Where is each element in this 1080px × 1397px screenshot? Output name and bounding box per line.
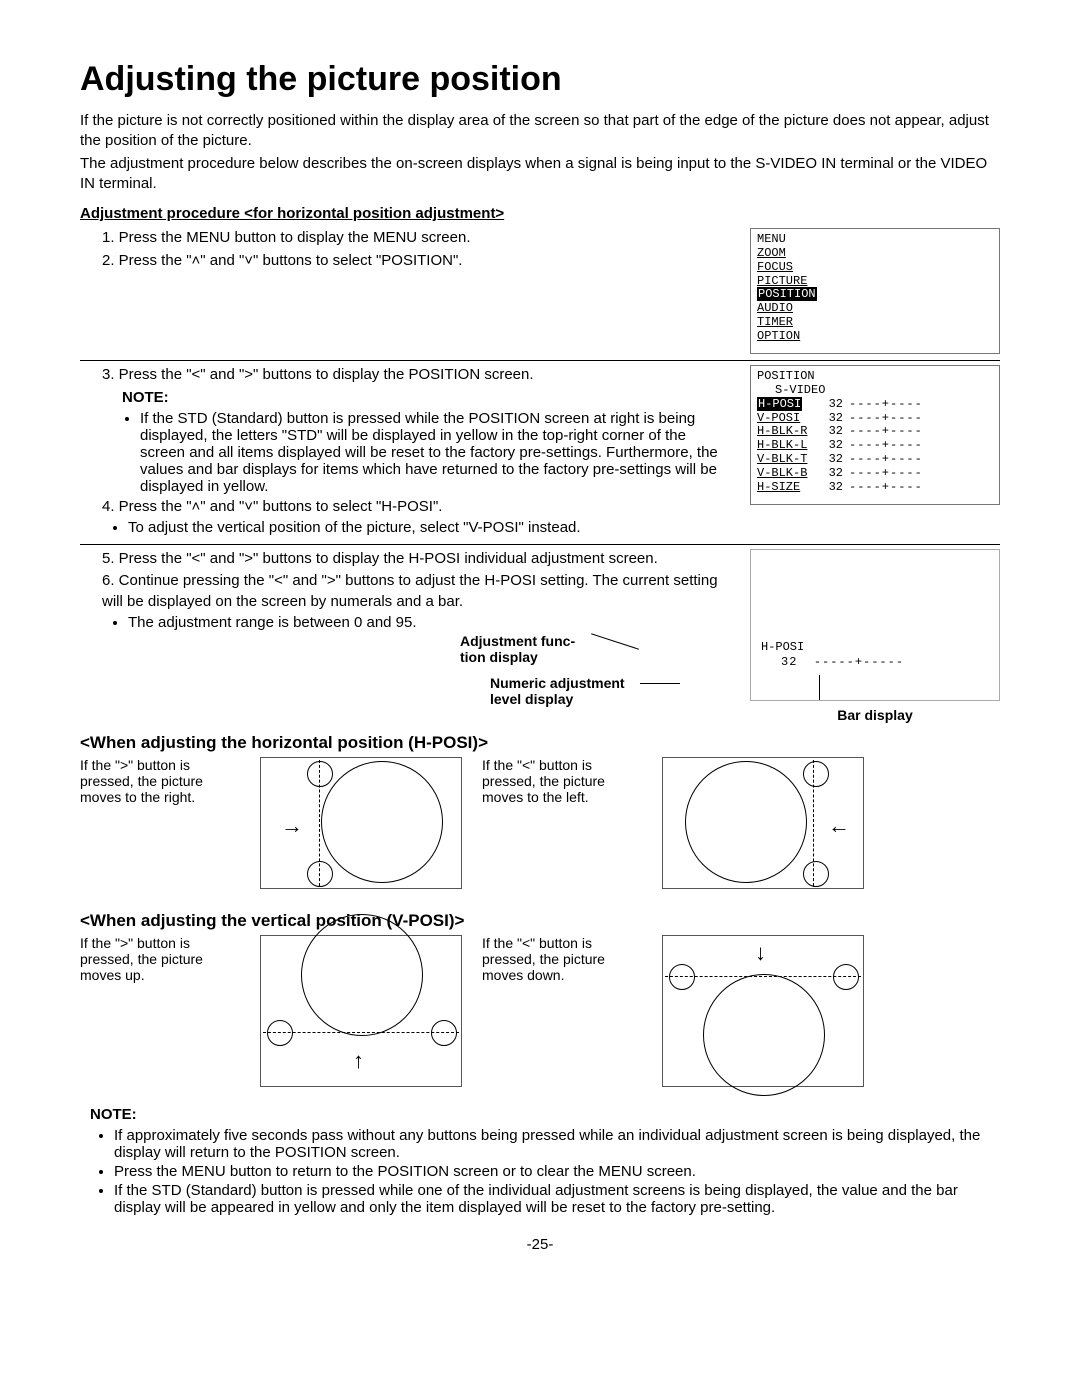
step-2: 2. Press the "˄" and "˅" buttons to sele… [80,251,730,271]
note-label: NOTE: [122,389,169,406]
step-1: 1. Press the MENU button to display the … [80,228,730,248]
step-3-note: If the STD (Standard) button is pressed … [140,410,730,495]
position-row: H-BLK-R32----+---- [757,425,993,439]
step-4: 4. Press the "˄" and "˅" buttons to sele… [80,497,730,517]
menu-item: OPTION [757,329,800,343]
menu-item: AUDIO [757,301,793,315]
arrow-down-icon: ↓ [755,940,766,966]
hposi-osd: H-POSI 32 -----+----- [750,549,1000,701]
position-row: V-POSI32----+---- [757,412,993,426]
vposi-down-illus: ↓ [662,935,864,1087]
step-3: 3. Press the "<" and ">" buttons to disp… [80,365,730,385]
position-row: V-BLK-B32----+---- [757,467,993,481]
callout-bar: Bar display [750,707,1000,723]
step-6-note: The adjustment range is between 0 and 95… [128,614,730,631]
intro-text-2: The adjustment procedure below describes… [80,154,1000,195]
callout-numeric: Numeric adjustment [490,675,625,691]
menu-item: ZOOM [757,246,786,260]
step-6: 6. Continue pressing the "<" and ">" but… [80,571,730,612]
vposi-up-illus: ↑ [260,935,462,1087]
menu-osd: MENU ZOOM FOCUS PICTURE POSITION AUDIO T… [750,228,1000,354]
menu-title: MENU [757,233,993,247]
callout-adj-func: Adjustment func- [460,633,575,649]
vposi-up-text: If the ">" button is pressed, the pictur… [80,935,240,983]
position-osd: POSITION S-VIDEO H-POSI32----+----V-POSI… [750,365,1000,505]
callout-numeric-2: level display [490,691,573,707]
vposi-down-text: If the "<" button is pressed, the pictur… [482,935,642,983]
page-number: -25- [80,1236,1000,1253]
position-row: H-BLK-L32----+---- [757,439,993,453]
menu-item-selected: POSITION [757,287,817,301]
arrow-right-icon: → [281,813,303,839]
page-title: Adjusting the picture position [80,60,1000,99]
position-subtitle: S-VIDEO [757,384,993,398]
note-item: If approximately five seconds pass witho… [114,1127,1000,1161]
menu-item: TIMER [757,315,793,329]
procedure-heading: Adjustment procedure <for horizontal pos… [80,205,504,222]
note-item: If the STD (Standard) button is pressed … [114,1182,1000,1216]
menu-item: FOCUS [757,260,793,274]
adj-value: 32 [781,655,797,669]
step-5: 5. Press the "<" and ">" buttons to disp… [80,549,730,569]
step-4-note: To adjust the vertical position of the p… [128,519,730,536]
hposi-right-illus: → [260,757,462,889]
arrow-up-icon: ↑ [353,1048,364,1074]
intro-text: If the picture is not correctly position… [80,111,1000,152]
position-row: H-POSI32----+---- [757,398,993,412]
adj-bar: -----+----- [814,655,904,669]
adj-name: H-POSI [761,640,804,654]
position-row: V-BLK-T32----+---- [757,453,993,467]
hposi-left-illus: ← [662,757,864,889]
hposi-right-text: If the ">" button is pressed, the pictur… [80,757,240,805]
arrow-left-icon: ← [828,813,850,839]
hposi-left-text: If the "<" button is pressed, the pictur… [482,757,642,805]
position-row: H-SIZE32----+---- [757,481,993,495]
menu-item: PICTURE [757,274,807,288]
note-item: Press the MENU button to return to the P… [114,1163,1000,1180]
callout-adj-func-2: tion display [460,649,538,665]
vposi-heading: <When adjusting the vertical position (V… [80,911,1000,931]
hposi-heading: <When adjusting the horizontal position … [80,733,1000,753]
position-title: POSITION [757,370,993,384]
note-label: NOTE: [90,1106,137,1123]
